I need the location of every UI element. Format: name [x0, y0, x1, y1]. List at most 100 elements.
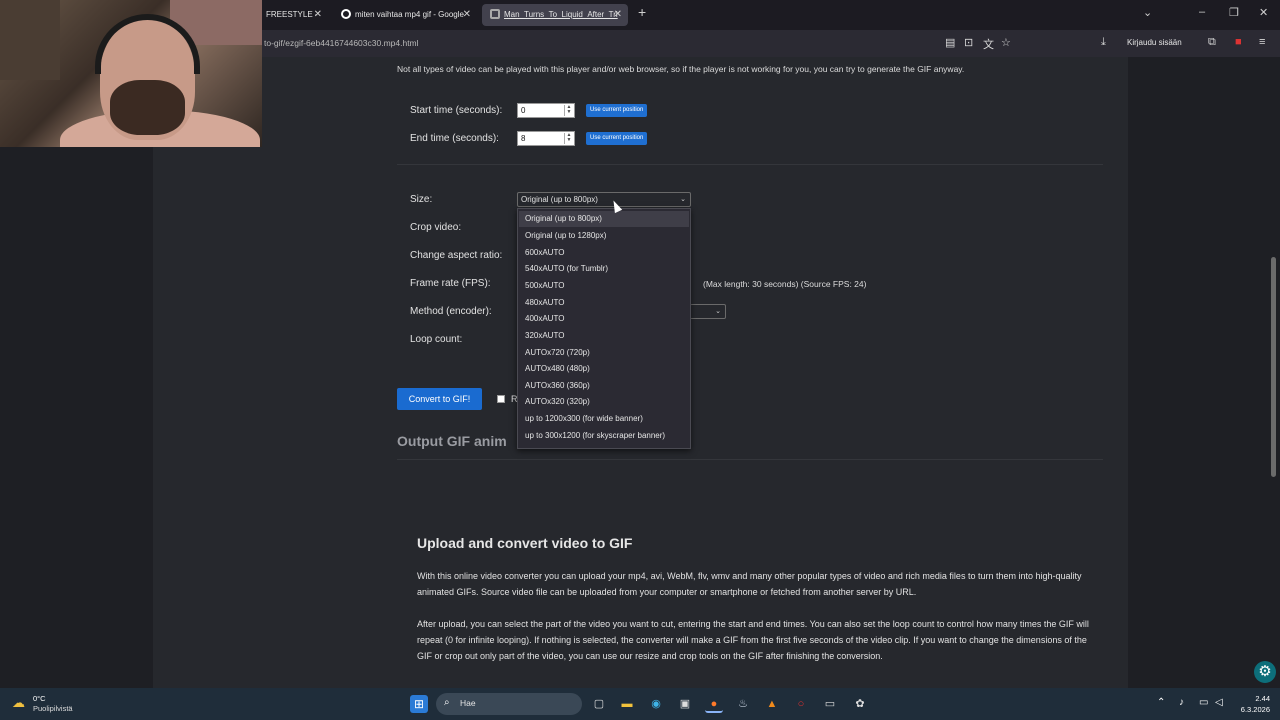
- size-option[interactable]: 400xAUTO: [519, 311, 689, 327]
- close-icon[interactable]: ✕: [314, 4, 322, 26]
- extensions-icon[interactable]: ⧉: [1208, 36, 1216, 49]
- size-option[interactable]: Original (up to 800px): [519, 211, 689, 227]
- menu-icon[interactable]: ≡: [1259, 36, 1265, 48]
- clock-date[interactable]: 6.3.2026: [1228, 705, 1270, 714]
- upload-heading: Upload and convert video to GIF: [417, 535, 633, 551]
- tab-active-ezgif[interactable]: Man_Turns_To_Liquid_After_Tri ✕: [482, 4, 628, 26]
- sign-in-button[interactable]: Kirjaudu sisään: [1127, 38, 1182, 47]
- size-option[interactable]: 500xAUTO: [519, 278, 689, 294]
- firefox-icon[interactable]: ●: [705, 695, 723, 713]
- vlc-icon[interactable]: ▲: [763, 695, 781, 713]
- size-option[interactable]: 600xAUTO: [519, 245, 689, 261]
- network-icon[interactable]: ▭: [1199, 697, 1208, 708]
- taskbar-search[interactable]: ⌕ Hae: [436, 693, 582, 715]
- size-option[interactable]: up to 1200x300 (for wide banner): [519, 411, 689, 427]
- store-icon[interactable]: ▣: [676, 695, 694, 713]
- end-time-value: 8: [521, 134, 526, 143]
- method-select[interactable]: ⌄: [690, 304, 726, 319]
- volume-icon[interactable]: ◁: [1215, 697, 1223, 708]
- size-option[interactable]: AUTOx720 (720p): [519, 345, 689, 361]
- person-beard: [110, 80, 185, 135]
- end-time-input[interactable]: 8 ▲ ▼: [517, 131, 575, 146]
- windows-taskbar: ☁ 0°C Puolipilvistä ⊞ ⌕ Hae ▢ ▬ ◉ ▣ ● ♨ …: [0, 688, 1280, 720]
- weather-temperature[interactable]: 0°C: [33, 694, 46, 703]
- background-poster: [0, 0, 60, 80]
- search-label: Hae: [460, 698, 476, 708]
- screenshot-icon[interactable]: ⊡: [964, 36, 973, 49]
- microphone-icon[interactable]: ♪: [1179, 697, 1184, 708]
- reader-view-icon[interactable]: ▤: [945, 36, 955, 49]
- tab-freestyle[interactable]: FREESTYLE - ✕: [258, 4, 328, 26]
- close-window-icon[interactable]: ✕: [1259, 6, 1268, 19]
- tab-label: miten vaihtaa mp4 gif - Google: [355, 10, 464, 19]
- aspect-ratio-label: Change aspect ratio:: [410, 250, 503, 261]
- edge-icon[interactable]: ◉: [647, 695, 665, 713]
- weather-description[interactable]: Puolipilvistä: [33, 704, 73, 713]
- divider: [397, 164, 1103, 165]
- settings-app-icon[interactable]: ✿: [851, 695, 869, 713]
- size-selected-value: Original (up to 800px): [521, 195, 598, 204]
- tab-list-chevron-icon[interactable]: ⌄: [1143, 6, 1152, 19]
- tray-chevron-icon[interactable]: ⌃: [1157, 697, 1165, 708]
- start-time-input[interactable]: 0 ▲ ▼: [517, 103, 575, 118]
- player-notice: Not all types of video can be played wit…: [397, 64, 965, 74]
- fps-label: Frame rate (FPS):: [410, 278, 491, 289]
- file-explorer-icon[interactable]: ▬: [618, 695, 636, 713]
- size-dropdown-list: Original (up to 800px) Original (up to 1…: [517, 208, 691, 449]
- size-option[interactable]: AUTOx320 (320p): [519, 394, 689, 410]
- size-option[interactable]: 540xAUTO (for Tumblr): [519, 261, 689, 277]
- download-icon[interactable]: ⤓: [1101, 36, 1106, 49]
- tab-label: FREESTYLE -: [266, 10, 318, 19]
- end-time-label: End time (seconds):: [410, 133, 499, 144]
- weather-icon[interactable]: ☁: [12, 695, 25, 711]
- terminal-icon[interactable]: ▭: [821, 695, 839, 713]
- loop-count-label: Loop count:: [410, 334, 463, 345]
- size-option[interactable]: Original (up to 1280px): [519, 228, 689, 244]
- windows-start-icon[interactable]: ⊞: [410, 695, 428, 713]
- steam-icon[interactable]: ♨: [734, 695, 752, 713]
- output-heading: Output GIF anim: [397, 433, 507, 449]
- url-bar[interactable]: to-gif/ezgif-6eb4416744603c30.mp4.html: [264, 38, 419, 48]
- opera-icon[interactable]: ○: [792, 695, 810, 713]
- chevron-down-icon: ⌄: [715, 308, 721, 315]
- crop-video-label: Crop video:: [410, 222, 462, 233]
- convert-to-gif-button[interactable]: Convert to GIF!: [397, 388, 482, 410]
- spinner-icon[interactable]: ▲ ▼: [564, 133, 573, 144]
- close-icon[interactable]: ✕: [463, 4, 471, 26]
- tab-label: Man_Turns_To_Liquid_After_Tri: [504, 10, 618, 19]
- option-checkbox[interactable]: [497, 395, 505, 403]
- size-option[interactable]: up to 300x1200 (for skyscraper banner): [519, 428, 689, 444]
- chevron-down-icon: ⌄: [680, 196, 686, 203]
- start-time-value: 0: [521, 106, 526, 115]
- task-view-icon[interactable]: ▢: [590, 695, 608, 713]
- clock-time[interactable]: 2.44: [1238, 694, 1270, 703]
- maximize-icon[interactable]: ❐: [1229, 6, 1239, 19]
- intro-paragraph: With this online video converter you can…: [417, 571, 1082, 597]
- size-option[interactable]: AUTOx360 (360p): [519, 378, 689, 394]
- spinner-icon[interactable]: ▲ ▼: [564, 105, 573, 116]
- extension-icon[interactable]: ■: [1235, 36, 1242, 48]
- size-option[interactable]: AUTOx480 (480p): [519, 361, 689, 377]
- use-current-position-start-button[interactable]: Use current position: [586, 104, 648, 117]
- tab-google-search[interactable]: miten vaihtaa mp4 gif - Google ✕: [333, 4, 477, 26]
- instructions-paragraph: After upload, you can select the part of…: [417, 619, 1089, 661]
- gear-icon[interactable]: ⚙: [1254, 661, 1276, 683]
- web-page: Not all types of video can be played wit…: [0, 57, 1280, 688]
- close-icon[interactable]: ✕: [614, 4, 622, 26]
- method-label: Method (encoder):: [410, 306, 492, 317]
- google-icon: [341, 9, 351, 19]
- minimize-icon[interactable]: –: [1199, 6, 1205, 18]
- use-current-position-end-button[interactable]: Use current position: [586, 132, 648, 145]
- size-option[interactable]: 320xAUTO: [519, 328, 689, 344]
- size-option[interactable]: 480xAUTO: [519, 295, 689, 311]
- page-scrollbar[interactable]: [1271, 257, 1276, 477]
- new-tab-icon[interactable]: +: [638, 4, 646, 20]
- size-select[interactable]: Original (up to 800px) ⌄: [517, 192, 691, 207]
- bookmark-star-icon[interactable]: ☆: [1001, 36, 1011, 49]
- search-icon: ⌕: [444, 697, 450, 708]
- translate-icon[interactable]: ⽂: [983, 36, 994, 52]
- size-label: Size:: [410, 194, 433, 205]
- webcam-overlay: [0, 0, 262, 147]
- divider: [397, 459, 1103, 460]
- start-time-label: Start time (seconds):: [410, 105, 503, 116]
